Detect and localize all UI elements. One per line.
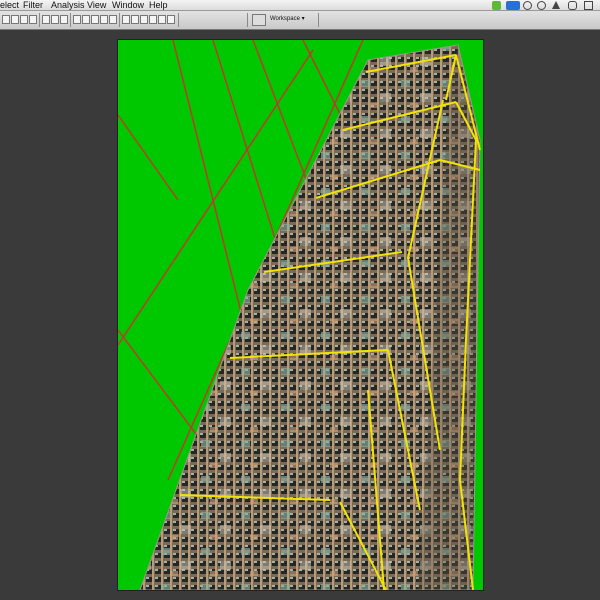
tool-option-button[interactable]: [73, 15, 81, 24]
tool-option-button[interactable]: [100, 15, 108, 24]
tool-option-button[interactable]: [51, 15, 59, 24]
tool-option-button[interactable]: [131, 15, 139, 24]
grid-line: [172, 40, 249, 341]
menu-help[interactable]: Help: [149, 0, 168, 11]
options-toolbar: Workspace ▾: [0, 11, 600, 30]
badge-icon[interactable]: [506, 1, 520, 10]
toolbar-separator: [247, 13, 248, 27]
tool-option-button[interactable]: [29, 15, 37, 24]
menu-view[interactable]: View: [87, 0, 106, 11]
toolbar-separator: [318, 13, 319, 27]
sync-icon[interactable]: [537, 1, 546, 10]
menu-analysis[interactable]: Analysis: [51, 0, 85, 11]
tool-option-button[interactable]: [122, 15, 130, 24]
grid-line: [118, 114, 179, 201]
building-image: [118, 40, 481, 590]
menu-select[interactable]: elect: [0, 0, 19, 11]
time-machine-icon[interactable]: [523, 1, 532, 10]
tool-option-button[interactable]: [109, 15, 117, 24]
toolbar-separator: [119, 13, 120, 27]
tool-option-button[interactable]: [11, 15, 19, 24]
tool-option-button[interactable]: [149, 15, 157, 24]
tool-option-button[interactable]: [158, 15, 166, 24]
eject-icon[interactable]: [552, 1, 560, 9]
toolbar-separator: [178, 13, 179, 27]
tool-option-button[interactable]: [140, 15, 148, 24]
cloud-icon[interactable]: [568, 1, 577, 10]
volume-icon[interactable]: [584, 1, 593, 10]
tool-option-button[interactable]: [20, 15, 28, 24]
tool-option-button[interactable]: [91, 15, 99, 24]
tool-option-button[interactable]: [82, 15, 90, 24]
tool-option-button[interactable]: [2, 15, 10, 24]
tool-option-button[interactable]: [60, 15, 68, 24]
grid-line: [118, 329, 209, 451]
app-status-icon[interactable]: [492, 1, 501, 10]
toolbar-separator: [70, 13, 71, 27]
menu-bar: elect Filter Analysis View Window Help: [0, 0, 600, 11]
menu-window[interactable]: Window: [112, 0, 144, 11]
bridge-icon[interactable]: [252, 14, 266, 26]
toolbar-separator: [39, 13, 40, 27]
tool-option-button[interactable]: [42, 15, 50, 24]
menu-filter[interactable]: Filter: [23, 0, 43, 11]
tower-facade: [139, 44, 481, 590]
workspace-menu-button[interactable]: Workspace ▾: [270, 13, 310, 26]
tool-option-button[interactable]: [167, 15, 175, 24]
document-canvas[interactable]: [117, 39, 484, 591]
